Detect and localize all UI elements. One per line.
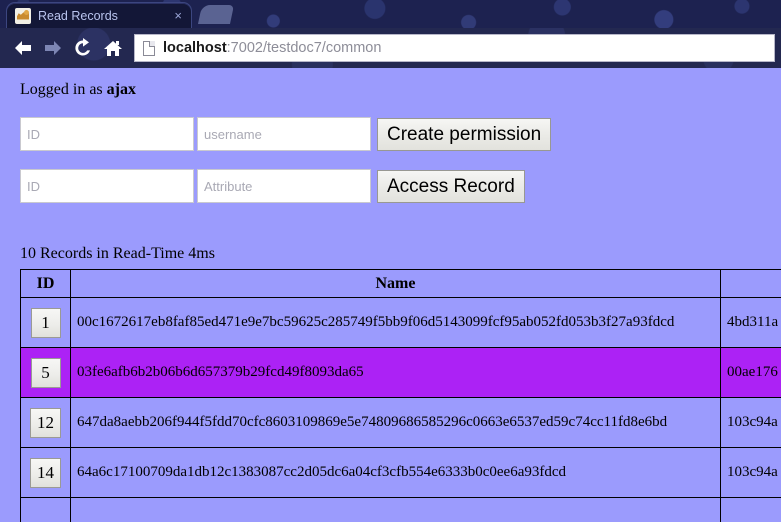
page-document-icon xyxy=(143,40,155,56)
record-name-cell: 64a6c17100709da1db12c1383087cc2d05dc6a04… xyxy=(70,447,721,498)
record-id-button[interactable]: 12 xyxy=(30,407,61,438)
record-name-cell: 00c1672617eb8faf85ed471e9e7bc59625c28574… xyxy=(70,297,721,348)
records-table-body: 1 00c1672617eb8faf85ed471e9e7bc59625c2857… xyxy=(20,297,781,522)
column-header-extra xyxy=(720,269,781,298)
record-extra-cell xyxy=(720,497,781,522)
tab-strip: Read Records × xyxy=(0,0,781,28)
back-arrow-icon[interactable] xyxy=(8,33,38,63)
url-host: localhost xyxy=(163,40,227,56)
browser-window: Read Records × localhost:7002/testdoc7/… xyxy=(0,0,781,522)
create-permission-id-input[interactable] xyxy=(20,117,194,151)
home-icon[interactable] xyxy=(98,33,128,63)
page-content: Logged in as ajax Create permission Acce… xyxy=(0,68,781,522)
lion-favicon xyxy=(15,7,31,24)
reload-icon[interactable] xyxy=(68,33,98,63)
url-path: :7002/testdoc7/common xyxy=(226,40,382,56)
records-summary: 10 Records in Read-Time 4ms xyxy=(20,245,215,262)
browser-tab-read-records[interactable]: Read Records × xyxy=(6,2,192,28)
record-id-cell: 1 xyxy=(20,297,71,348)
record-name-cell: 647da8aebb206f944f5fdd70cfc8603109869e5e… xyxy=(70,397,721,448)
table-header-row: ID Name xyxy=(20,269,781,298)
navigation-toolbar: localhost:7002/testdoc7/common xyxy=(0,28,781,68)
record-id-cell xyxy=(20,497,71,522)
records-table: ID Name 1 00c1672617eb8faf85ed471e9e7bc59… xyxy=(20,269,781,522)
record-extra-cell: 103c94a xyxy=(720,447,781,498)
record-name-cell xyxy=(70,497,721,522)
record-extra-cell: 103c94a xyxy=(720,397,781,448)
forward-arrow-icon[interactable] xyxy=(38,33,68,63)
record-id-button[interactable]: 5 xyxy=(30,357,61,388)
table-row: 1 00c1672617eb8faf85ed471e9e7bc59625c2857… xyxy=(20,297,781,348)
logged-in-status: Logged in as ajax xyxy=(20,68,781,99)
access-record-button[interactable]: Access Record xyxy=(377,169,525,203)
logged-in-prefix: Logged in as xyxy=(20,81,107,98)
url-bar[interactable]: localhost:7002/testdoc7/common xyxy=(134,34,775,62)
logged-in-username: ajax xyxy=(106,81,136,98)
table-row xyxy=(20,497,781,522)
record-extra-cell: 4bd311a xyxy=(720,297,781,348)
create-permission-username-input[interactable] xyxy=(197,117,371,151)
column-header-id: ID xyxy=(20,269,71,298)
table-row: 5 03fe6afb6b2b06b6d657379b29fcd49f8093da6… xyxy=(20,347,781,398)
tab-title: Read Records xyxy=(38,8,118,23)
close-icon[interactable]: × xyxy=(171,9,185,22)
new-tab-button[interactable] xyxy=(197,5,235,24)
create-permission-button[interactable]: Create permission xyxy=(377,117,552,151)
record-id-button[interactable]: 1 xyxy=(30,307,61,338)
column-header-name: Name xyxy=(70,269,721,298)
create-permission-form: Create permission xyxy=(20,117,781,151)
record-name-cell: 03fe6afb6b2b06b6d657379b29fcd49f8093da65 xyxy=(70,347,721,398)
record-id-cell: 5 xyxy=(20,347,71,398)
table-row: 14 64a6c17100709da1db12c1383087cc2d05dc6a… xyxy=(20,447,781,498)
record-id-cell: 14 xyxy=(20,447,71,498)
access-record-form: Access Record xyxy=(20,169,781,203)
access-record-id-input[interactable] xyxy=(20,169,194,203)
access-record-attribute-input[interactable] xyxy=(197,169,371,203)
record-id-cell: 12 xyxy=(20,397,71,448)
table-row: 12 647da8aebb206f944f5fdd70cfc8603109869e… xyxy=(20,397,781,448)
record-id-button[interactable]: 14 xyxy=(30,457,61,488)
record-extra-cell: 00ae176 xyxy=(720,347,781,398)
